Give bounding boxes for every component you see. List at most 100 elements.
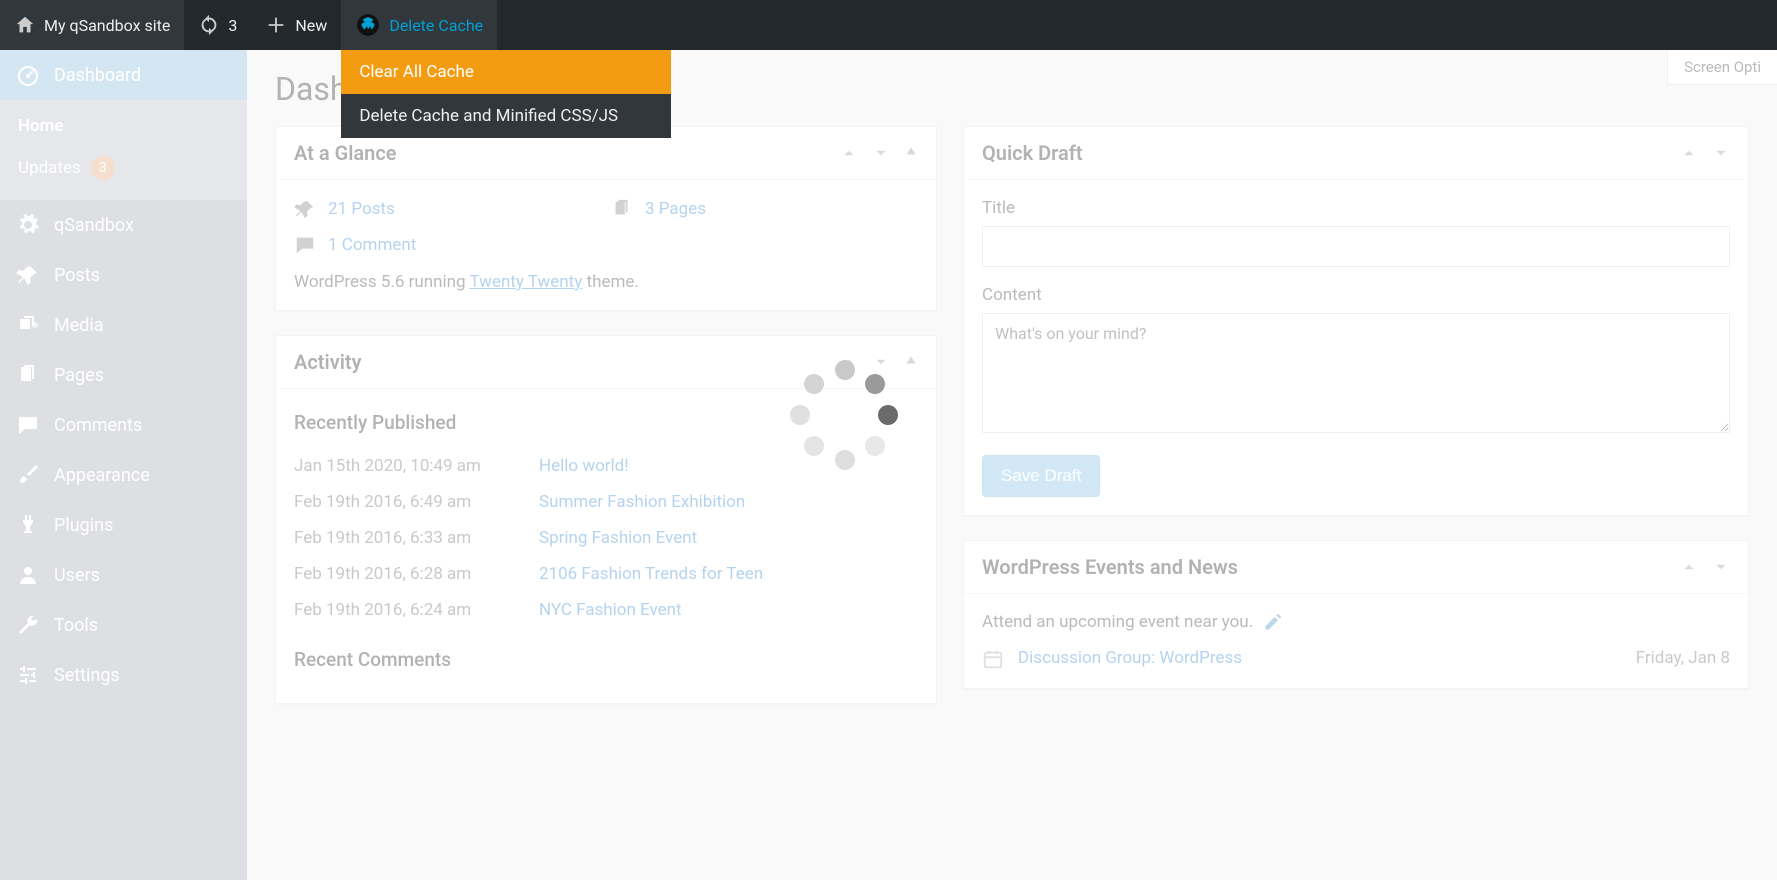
brush-icon	[16, 463, 40, 487]
draft-content-label: Content	[982, 285, 1730, 305]
events-note-text: Attend an upcoming event near you.	[982, 612, 1253, 632]
sidebar-sub-home[interactable]: Home	[0, 106, 247, 146]
activity-post-title[interactable]: Summer Fashion Exhibition	[539, 492, 745, 512]
activity-post-date: Jan 15th 2020, 10:49 am	[294, 456, 509, 476]
triangle-up-icon[interactable]	[904, 144, 918, 162]
delete-cache-submenu: Clear All Cache Delete Cache and Minifie…	[341, 50, 671, 138]
activity-post-row: Feb 19th 2016, 6:28 am 2106 Fashion Trend…	[294, 556, 918, 592]
updates-badge: 3	[91, 156, 115, 180]
sidebar-item-media[interactable]: Media	[0, 300, 247, 350]
sidebar-label-dashboard: Dashboard	[54, 65, 141, 86]
sidebar-label-posts: Posts	[54, 265, 100, 286]
glance-comments-link[interactable]: 1 Comment	[328, 235, 416, 255]
glance-pages[interactable]: 3 Pages	[611, 198, 918, 220]
calendar-icon	[982, 648, 1004, 670]
gear-icon	[16, 213, 40, 237]
pin-icon	[294, 198, 316, 220]
chevron-up-icon[interactable]	[1680, 144, 1698, 162]
activity-post-row: Feb 19th 2016, 6:33 am Spring Fashion Eve…	[294, 520, 918, 556]
adminbar-delete-cache-label: Delete Cache	[389, 16, 483, 35]
activity-post-date: Feb 19th 2016, 6:28 am	[294, 564, 509, 584]
sidebar-label-settings: Settings	[54, 665, 120, 686]
screen-options-tab[interactable]: Screen Opti	[1667, 50, 1777, 85]
gauge-icon	[16, 63, 40, 87]
plug-icon	[16, 513, 40, 537]
glance-comments[interactable]: 1 Comment	[294, 234, 601, 256]
pencil-icon[interactable]	[1263, 612, 1283, 632]
page-icon	[611, 198, 633, 220]
submenu-clear-all-cache[interactable]: Clear All Cache	[341, 50, 671, 94]
sidebar-item-qsandbox[interactable]: qSandbox	[0, 200, 247, 250]
box-events: WordPress Events and News Attend an upco…	[963, 540, 1749, 689]
draft-content-textarea[interactable]	[982, 313, 1730, 433]
chevron-up-icon[interactable]	[840, 144, 858, 162]
media-icon	[16, 313, 40, 337]
sidebar-item-posts[interactable]: Posts	[0, 250, 247, 300]
sidebar-sub-updates[interactable]: Updates 3	[0, 146, 247, 190]
sidebar-label-pages: Pages	[54, 365, 104, 386]
wrench-icon	[16, 613, 40, 637]
user-icon	[16, 563, 40, 587]
activity-post-title[interactable]: 2106 Fashion Trends for Teen	[539, 564, 763, 584]
chevron-down-icon[interactable]	[1712, 558, 1730, 576]
adminbar-new[interactable]: New	[251, 0, 341, 50]
activity-post-date: Feb 19th 2016, 6:33 am	[294, 528, 509, 548]
wp-version: WordPress 5.6 running Twenty Twenty them…	[294, 272, 918, 292]
page-icon	[16, 363, 40, 387]
glance-pages-link[interactable]: 3 Pages	[645, 199, 706, 219]
sidebar-item-users[interactable]: Users	[0, 550, 247, 600]
sidebar-label-plugins: Plugins	[54, 515, 113, 536]
sidebar-label-tools: Tools	[54, 615, 98, 636]
adminbar-updates-count: 3	[228, 16, 237, 35]
chevron-down-icon[interactable]	[872, 144, 890, 162]
sidebar-label-comments: Comments	[54, 415, 142, 436]
sidebar-label-appearance: Appearance	[54, 465, 150, 486]
sidebar-label-users: Users	[54, 565, 100, 586]
pin-icon	[16, 263, 40, 287]
activity-post-date: Feb 19th 2016, 6:49 am	[294, 492, 509, 512]
save-draft-button[interactable]: Save Draft	[982, 455, 1100, 497]
sidebar-label-media: Media	[54, 315, 104, 336]
adminbar-new-label: New	[295, 16, 327, 35]
glance-posts[interactable]: 21 Posts	[294, 198, 601, 220]
sidebar-submenu-dashboard: Home Updates 3	[0, 100, 247, 200]
theme-link[interactable]: Twenty Twenty	[470, 272, 583, 292]
chevron-down-icon[interactable]	[1712, 144, 1730, 162]
admin-menu: Dashboard Home Updates 3 qSandbox Posts …	[0, 50, 247, 880]
home-icon	[14, 14, 36, 36]
comment-icon	[16, 413, 40, 437]
sliders-icon	[16, 663, 40, 687]
cache-plugin-icon	[355, 12, 381, 38]
glance-posts-link[interactable]: 21 Posts	[328, 199, 395, 219]
loading-spinner	[790, 360, 900, 470]
adminbar-site-name: My qSandbox site	[44, 16, 170, 35]
adminbar-delete-cache[interactable]: Delete Cache	[341, 0, 497, 50]
sidebar-item-dashboard[interactable]: Dashboard	[0, 50, 247, 100]
draft-title-input[interactable]	[982, 226, 1730, 267]
activity-post-date: Feb 19th 2016, 6:24 am	[294, 600, 509, 620]
activity-post-title[interactable]: Spring Fashion Event	[539, 528, 697, 548]
event-title[interactable]: Discussion Group: WordPress	[1018, 648, 1622, 668]
sidebar-item-comments[interactable]: Comments	[0, 400, 247, 450]
recent-comments-header: Recent Comments	[294, 648, 918, 671]
activity-post-row: Feb 19th 2016, 6:24 am NYC Fashion Event	[294, 592, 918, 628]
activity-post-title[interactable]: Hello world!	[539, 456, 629, 476]
refresh-icon	[198, 14, 220, 36]
sidebar-label-qsandbox: qSandbox	[54, 215, 134, 236]
adminbar-site[interactable]: My qSandbox site	[0, 0, 184, 50]
plus-icon	[265, 14, 287, 36]
sidebar-item-appearance[interactable]: Appearance	[0, 450, 247, 500]
sidebar-item-pages[interactable]: Pages	[0, 350, 247, 400]
box-at-a-glance: At a Glance 21 Posts	[275, 126, 937, 311]
sidebar-item-settings[interactable]: Settings	[0, 650, 247, 700]
sidebar-sub-updates-label: Updates	[18, 158, 81, 178]
events-title: WordPress Events and News	[982, 555, 1238, 579]
triangle-up-icon[interactable]	[904, 353, 918, 371]
quick-draft-title: Quick Draft	[982, 141, 1083, 165]
submenu-delete-cache-minified[interactable]: Delete Cache and Minified CSS/JS	[341, 94, 671, 138]
sidebar-item-plugins[interactable]: Plugins	[0, 500, 247, 550]
chevron-up-icon[interactable]	[1680, 558, 1698, 576]
activity-post-title[interactable]: NYC Fashion Event	[539, 600, 682, 620]
sidebar-item-tools[interactable]: Tools	[0, 600, 247, 650]
adminbar-updates[interactable]: 3	[184, 0, 251, 50]
